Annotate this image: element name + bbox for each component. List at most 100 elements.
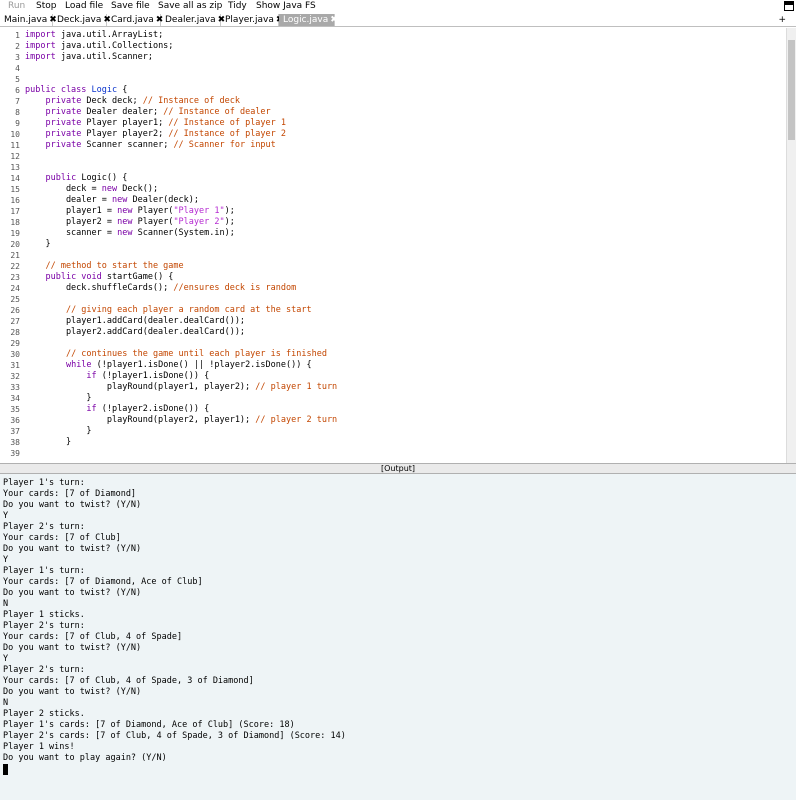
tab-label: Player.java — [225, 15, 274, 25]
console-line: Your cards: [7 of Club, 4 of Spade] — [3, 632, 183, 642]
line-number: 34 — [10, 394, 20, 403]
code-token: (!player2.isDone()) { — [96, 404, 210, 414]
code-token: Dealer dealer; — [81, 107, 164, 117]
line-number: 29 — [10, 339, 20, 348]
console-line: Your cards: [7 of Club, 4 of Spade, 3 of… — [3, 676, 254, 686]
console-line: Player 2's cards: [7 of Club, 4 of Spade… — [3, 731, 346, 741]
code-line: if (!player1.isDone()) { — [25, 371, 209, 382]
scrollbar-thumb[interactable] — [788, 40, 795, 140]
line-number: 11 — [10, 141, 20, 150]
console-line: Player 1's turn: — [3, 478, 85, 488]
code-line: playRound(player2, player1); // player 2… — [25, 415, 337, 426]
code-token: if — [86, 371, 97, 381]
line-number: 24 — [10, 284, 20, 293]
line-number: 8 — [15, 108, 20, 117]
code-line: import java.util.Collections; — [25, 41, 173, 52]
code-token: // method to start the game — [45, 261, 184, 271]
stop-button[interactable]: Stop — [36, 0, 56, 13]
console-line: N — [3, 698, 9, 708]
code-token: player1 = — [25, 206, 118, 216]
line-number: 27 — [10, 317, 20, 326]
code-token: new — [112, 195, 128, 205]
load-file-button[interactable]: Load file — [65, 0, 103, 13]
code-token: private — [45, 118, 82, 128]
line-number: 18 — [10, 218, 20, 227]
line-number: 6 — [15, 86, 20, 95]
output-console[interactable]: Player 1's turn: Your cards: [7 of Diamon… — [0, 474, 796, 800]
tab-deck-java[interactable]: Deck.java ✖ — [53, 14, 111, 26]
console-line: Do you want to twist? (Y/N) — [3, 643, 142, 653]
code-token: "Player 2" — [173, 217, 225, 227]
code-token: player2 = — [25, 217, 118, 227]
code-token: deck.shuffleCards(); — [25, 283, 174, 293]
code-token: // Instance of player 2 — [168, 129, 287, 139]
console-line: Do you want to twist? (Y/N) — [3, 500, 142, 510]
code-token: dealer = — [25, 195, 112, 205]
console-line: Do you want to twist? (Y/N) — [3, 588, 142, 598]
line-number: 37 — [10, 427, 20, 436]
run-button[interactable]: Run — [8, 0, 25, 13]
code-line: private Player player2; // Instance of p… — [25, 129, 286, 140]
console-line: Do you want to play again? (Y/N) — [3, 753, 167, 763]
save-file-button[interactable]: Save file — [111, 0, 150, 13]
code-token: public void — [45, 272, 102, 282]
code-token: java.util.Collections; — [55, 41, 174, 51]
line-number: 3 — [15, 53, 20, 62]
code-token: (!player1.isDone()) { — [96, 371, 210, 381]
line-number: 21 — [10, 251, 20, 260]
tidy-button[interactable]: Tidy — [228, 0, 247, 13]
window-toggle-icon[interactable] — [784, 1, 794, 11]
console-line: Player 1's cards: [7 of Diamond, Ace of … — [3, 720, 295, 730]
code-line: player1 = new Player("Player 1"); — [25, 206, 235, 217]
code-line: } — [25, 239, 50, 250]
tab-player-java[interactable]: Player.java✖ — [221, 14, 283, 26]
code-line: import java.util.ArrayList; — [25, 30, 163, 41]
line-number: 22 — [10, 262, 20, 271]
editor-scrollbar[interactable] — [786, 28, 796, 463]
code-token: playRound(player1, player2); — [25, 382, 256, 392]
line-number: 25 — [10, 295, 20, 304]
code-line: // continues the game until each player … — [25, 349, 327, 360]
code-token: playRound(player2, player1); — [25, 415, 256, 425]
tab-main-java[interactable]: Main.java ✖ — [0, 14, 57, 26]
code-token: Player player2; — [81, 129, 169, 139]
code-token: Scanner scanner; — [81, 140, 174, 150]
code-token: java.util.ArrayList; — [55, 30, 164, 40]
code-token: player1.addCard(dealer.dealCard()); — [25, 316, 246, 326]
code-line: public Logic() { — [25, 173, 127, 184]
console-line: Your cards: [7 of Club] — [3, 533, 121, 543]
add-tab-button[interactable]: + — [778, 14, 786, 26]
code-token: private — [45, 129, 82, 139]
code-token: //ensures deck is random — [173, 283, 297, 293]
code-token: Scanner(System.in); — [132, 228, 235, 238]
code-token: (!player1.isDone() || !player2.isDone())… — [91, 360, 312, 370]
code-token: ); — [224, 217, 235, 227]
line-number: 9 — [15, 119, 20, 128]
code-token: Player( — [132, 206, 174, 216]
save-all-zip-button[interactable]: Save all as zip — [158, 0, 222, 13]
code-editor[interactable]: 1 2 3 4 5 6 7 8 9 10 11 12 13 14 15 16 17 18 19 20 21 22 23 24 2… — [0, 28, 796, 463]
line-number: 13 — [10, 163, 20, 172]
tab-dealer-java[interactable]: Dealer.java ✖ — [161, 14, 225, 26]
code-token: private — [45, 107, 82, 117]
console-line: Player 1 wins! — [3, 742, 75, 752]
code-token: // giving each player a random card at t… — [65, 305, 312, 315]
show-java-fs-button[interactable]: Show Java FS — [256, 0, 316, 13]
line-number: 20 — [10, 240, 20, 249]
code-token: { — [117, 85, 128, 95]
tab-card-java[interactable]: Card.java ✖ — [107, 14, 163, 26]
code-line: private Dealer dealer; // Instance of de… — [25, 107, 270, 118]
line-number-gutter: 1 2 3 4 5 6 7 8 9 10 11 12 13 14 15 16 17 18 19 20 21 22 23 24 2… — [0, 28, 22, 463]
close-icon[interactable]: ✖ — [330, 14, 338, 26]
line-number: 32 — [10, 372, 20, 381]
line-number: 15 — [10, 185, 20, 194]
code-token: } — [25, 426, 92, 436]
code-line: while (!player1.isDone() || !player2.isD… — [25, 360, 312, 371]
tab-logic-java[interactable]: Logic.java ✖ — [279, 14, 338, 26]
